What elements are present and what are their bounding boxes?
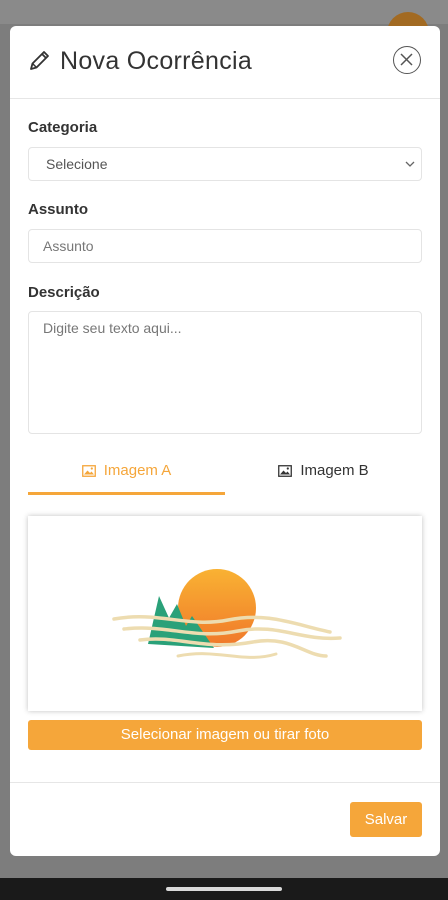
pencil-icon bbox=[30, 51, 49, 70]
select-image-button[interactable]: Selecionar imagem ou tirar foto bbox=[28, 720, 422, 750]
category-select[interactable]: Selecione bbox=[28, 147, 422, 181]
description-label: Descrição bbox=[28, 284, 100, 301]
close-button[interactable] bbox=[393, 46, 421, 74]
category-selected-value: Selecione bbox=[46, 156, 108, 172]
image-preview-panel[interactable] bbox=[28, 516, 422, 711]
tab-image-a-label: Imagem A bbox=[103, 462, 172, 479]
tab-image-b[interactable]: Imagem B bbox=[225, 456, 422, 492]
tab-image-a[interactable]: Imagem A bbox=[28, 456, 225, 495]
home-indicator[interactable] bbox=[166, 887, 282, 891]
image-icon bbox=[278, 465, 293, 477]
close-icon bbox=[400, 53, 413, 66]
subject-field[interactable]: Assunto bbox=[28, 229, 422, 263]
sunset-landscape-icon bbox=[112, 569, 342, 659]
category-label: Categoria bbox=[28, 119, 98, 136]
save-button[interactable]: Salvar bbox=[350, 802, 422, 837]
subject-placeholder: Assunto bbox=[43, 238, 94, 254]
footer-divider bbox=[10, 782, 440, 783]
chevron-down-icon bbox=[405, 161, 415, 167]
backdrop-header bbox=[0, 0, 448, 24]
modal-header: Nova Ocorrência bbox=[10, 26, 440, 99]
description-placeholder: Digite seu texto aqui... bbox=[43, 320, 182, 336]
image-icon bbox=[81, 465, 96, 477]
new-occurrence-modal: Nova Ocorrência Categoria Selecione Assu… bbox=[10, 26, 440, 856]
tab-image-b-label: Imagem B bbox=[300, 462, 369, 479]
subject-label: Assunto bbox=[28, 201, 88, 218]
modal-title: Nova Ocorrência bbox=[60, 47, 253, 75]
description-field[interactable]: Digite seu texto aqui... bbox=[28, 311, 422, 434]
